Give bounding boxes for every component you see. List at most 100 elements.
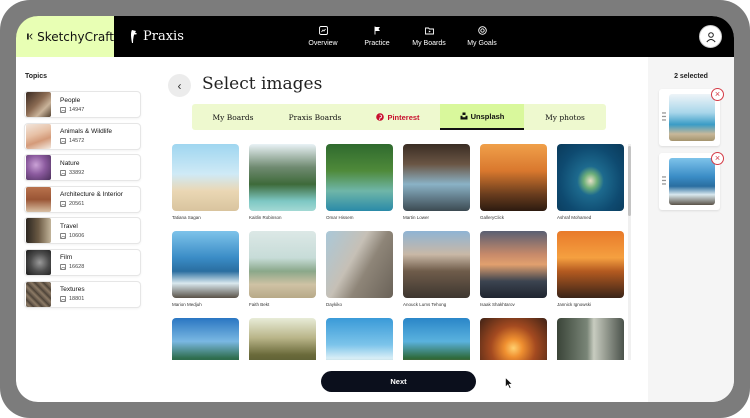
photo xyxy=(557,144,624,211)
topic-name: Travel xyxy=(60,222,78,230)
back-button[interactable]: ‹ xyxy=(168,74,191,97)
photo-credit-link[interactable]: Ashraf Mohamed xyxy=(557,215,624,220)
user-avatar[interactable] xyxy=(699,25,722,48)
source-tabs: My Boards Praxis Boards Pinterest Unspla… xyxy=(192,104,606,130)
topic-travel[interactable]: Travel 10606 xyxy=(24,217,141,245)
nav-practice-label: Practice xyxy=(364,40,390,47)
image-count-icon xyxy=(60,264,66,271)
mouse-cursor-icon xyxy=(505,377,513,389)
photo xyxy=(249,231,316,298)
tab-pinterest[interactable]: Pinterest xyxy=(356,104,440,130)
image-tile[interactable] xyxy=(172,318,239,360)
topic-name: Architecture & Interior xyxy=(60,191,123,199)
image-tile[interactable]: Daykiko xyxy=(326,231,393,307)
topic-thumbnail xyxy=(26,218,51,244)
image-tile[interactable]: Omar Hissem xyxy=(326,144,393,220)
topic-name: People xyxy=(60,96,81,104)
selected-photo xyxy=(669,158,715,205)
topic-name: Textures xyxy=(60,286,85,294)
topic-thumbnail xyxy=(26,155,51,181)
image-grid: Tatiana Sagan Kaitlin Robinson Omar Hiss… xyxy=(172,144,626,360)
praxis-brand[interactable]: Praxis xyxy=(128,16,184,57)
target-icon xyxy=(477,26,487,35)
nav-my-goals-label: My Goals xyxy=(467,40,497,47)
photo xyxy=(172,318,239,360)
selected-image-card[interactable]: × xyxy=(659,152,724,210)
photo-credit-link[interactable]: Marion Medjuh xyxy=(172,302,239,307)
drag-handle-icon[interactable] xyxy=(662,112,666,121)
remove-selected-button[interactable]: × xyxy=(711,88,724,101)
photo xyxy=(557,318,624,360)
photo-credit-link[interactable]: Tatiana Sagan xyxy=(172,215,239,220)
photo-credit-link[interactable]: Omar Hissem xyxy=(326,215,393,220)
image-tile[interactable] xyxy=(480,318,547,360)
image-tile[interactable] xyxy=(326,318,393,360)
topic-count: 18801 xyxy=(69,296,85,303)
photo-credit-link[interactable]: Isaak Shakhtarov xyxy=(480,302,547,307)
photo xyxy=(249,318,316,360)
topics-list: People 14947 Animals & Wildlife 14572 Na… xyxy=(24,91,141,312)
image-tile[interactable]: Jannick Ignowski xyxy=(557,231,624,307)
topic-count: 20561 xyxy=(69,201,85,208)
selected-photo xyxy=(669,94,715,141)
image-tile[interactable] xyxy=(249,318,316,360)
topic-film[interactable]: Film 16628 xyxy=(24,248,141,276)
tab-my-boards[interactable]: My Boards xyxy=(192,104,274,130)
close-icon: × xyxy=(714,89,721,99)
photo-credit-link[interactable]: Kaitlin Robinson xyxy=(249,215,316,220)
topic-animals-wildlife[interactable]: Animals & Wildlife 14572 xyxy=(24,122,141,150)
photo-credit-link[interactable]: GalleryClick xyxy=(480,215,547,220)
sketchycraft-brand[interactable]: SketchyCraft xyxy=(16,16,114,57)
image-tile[interactable]: Ashraf Mohamed xyxy=(557,144,624,220)
photo xyxy=(172,231,239,298)
selected-count: 2 selected xyxy=(674,73,708,80)
nav-practice[interactable]: Practice xyxy=(353,16,401,57)
selected-image-card[interactable]: × xyxy=(659,88,724,146)
image-count-icon xyxy=(60,232,66,239)
tab-unsplash[interactable]: Unsplash xyxy=(440,104,524,130)
drag-handle-icon[interactable] xyxy=(662,176,666,185)
image-tile[interactable] xyxy=(557,318,624,360)
topic-nature[interactable]: Nature 33892 xyxy=(24,154,141,182)
topics-sidebar: Topics People 14947 Animals & Wildlife 1… xyxy=(16,57,158,402)
photo-credit-link[interactable]: Martin Lower xyxy=(403,215,470,220)
app-screen: SketchyCraft Praxis Overview Practice My… xyxy=(16,16,734,402)
tab-unsplash-label: Unsplash xyxy=(470,111,505,121)
photo-credit-link[interactable]: Daykiko xyxy=(326,302,393,307)
topic-thumbnail xyxy=(26,123,51,149)
topic-architecture-interior[interactable]: Architecture & Interior 20561 xyxy=(24,185,141,213)
image-tile[interactable]: GalleryClick xyxy=(480,144,547,220)
remove-selected-button[interactable]: × xyxy=(711,152,724,165)
image-tile[interactable]: Isaak Shakhtarov xyxy=(480,231,547,307)
topic-count: 33892 xyxy=(69,169,85,176)
photo-credit-link[interactable]: Jannick Ignowski xyxy=(557,302,624,307)
image-count-icon xyxy=(60,201,66,208)
nav-my-goals[interactable]: My Goals xyxy=(457,16,507,57)
photo-credit-link[interactable]: Faith Bekt xyxy=(249,302,316,307)
nav-overview[interactable]: Overview xyxy=(299,16,347,57)
image-tile[interactable]: Martin Lower xyxy=(403,144,470,220)
image-count-icon xyxy=(60,169,66,176)
topic-textures[interactable]: Textures 18801 xyxy=(24,280,141,308)
image-tile[interactable]: Kaitlin Robinson xyxy=(249,144,316,220)
unsplash-icon xyxy=(460,112,468,120)
image-tile[interactable]: Tatiana Sagan xyxy=(172,144,239,220)
image-count-icon xyxy=(60,296,66,303)
image-tile[interactable]: Faith Bekt xyxy=(249,231,316,307)
flag-icon xyxy=(374,26,380,35)
image-tile[interactable] xyxy=(403,318,470,360)
tab-praxis-boards[interactable]: Praxis Boards xyxy=(274,104,356,130)
grid-scrollbar-thumb[interactable] xyxy=(628,146,631,216)
photo xyxy=(403,144,470,211)
image-tile[interactable]: Marion Medjuh xyxy=(172,231,239,307)
topic-people[interactable]: People 14947 xyxy=(24,91,141,118)
photo-credit-link[interactable]: Anouck Lums Tehong xyxy=(403,302,470,307)
next-button[interactable]: Next xyxy=(321,371,476,392)
nav-my-boards[interactable]: My Boards xyxy=(403,16,455,57)
image-tile[interactable]: Anouck Lums Tehong xyxy=(403,231,470,307)
topic-count: 10606 xyxy=(69,232,85,239)
tab-my-photos[interactable]: My photos xyxy=(524,104,606,130)
topic-thumbnail xyxy=(26,92,51,117)
topic-name: Film xyxy=(60,254,73,262)
image-count-icon xyxy=(60,106,66,113)
